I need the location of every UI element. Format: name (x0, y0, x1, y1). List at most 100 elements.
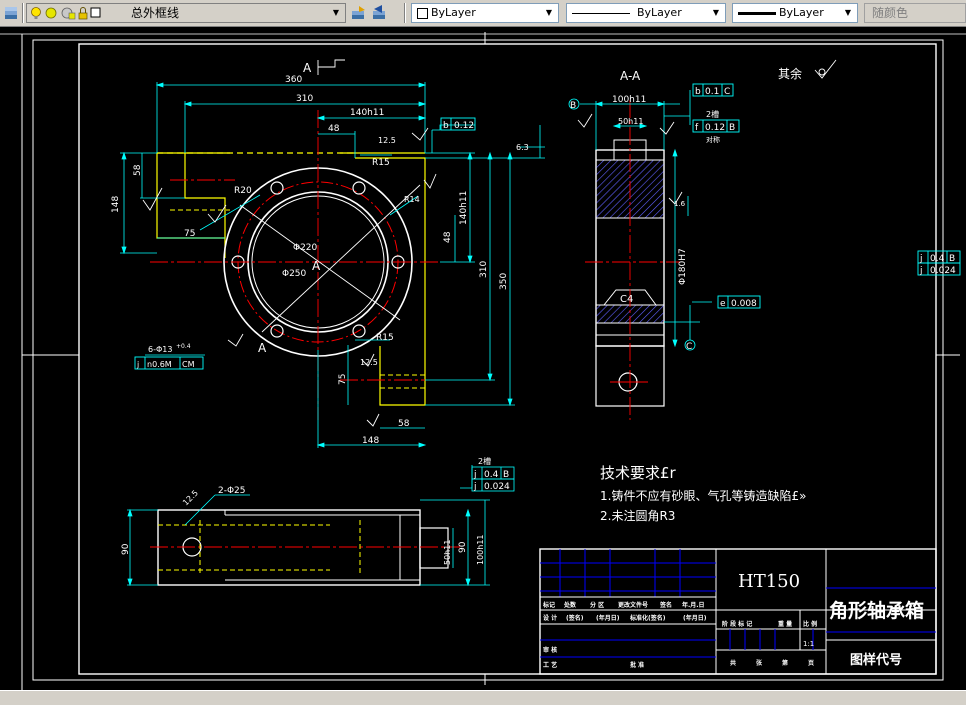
dim-12-5-top: 12.5 (378, 136, 396, 145)
fcf-a-symbol: b (695, 87, 701, 97)
roughness-note: 其余 (778, 66, 802, 81)
fcf-right1-value: 0.4 (930, 254, 945, 264)
linetype-value: ByLayer (637, 6, 682, 19)
layer-freeze-sun-icon (45, 7, 57, 19)
fcf-right2-value: 0.024 (930, 266, 956, 276)
scale-value: 1:1 (803, 640, 814, 648)
dim-140h11-vertical: 140h11 (459, 191, 469, 225)
dim-58-bottom: 58 (398, 419, 410, 429)
fcf-bottom-count: 2槽 (478, 456, 491, 466)
dim-90-bottom: 90 (458, 541, 468, 553)
linetype-sample (572, 13, 630, 14)
part-name: 角形轴承箱 (829, 599, 924, 622)
fcf-holes-value: n0.6M (147, 360, 172, 369)
weight-label: 重 量 (778, 620, 792, 628)
fcf-b-datum: B (729, 123, 735, 133)
title-block-design-row: 设 计 (签名) (年月日) 标准化(签名) (年月日) (543, 614, 707, 622)
approve-label: 批 准 (630, 661, 644, 669)
center-label-a: A (312, 259, 321, 273)
fcf-bottom1-symbol: j (473, 470, 477, 480)
layer-name-value: 总外框线 (131, 6, 180, 20)
fcf-bottom2-symbol: j (473, 482, 477, 492)
linetype-combo[interactable]: ByLayer ▼ (566, 3, 726, 23)
linetype-dropdown-arrow[interactable]: ▼ (709, 6, 723, 20)
sheet-number-label: 第 (781, 659, 788, 667)
tech-req-item-1: 1.铸件不应有砂眼、气孔等铸造缺陷£» (600, 488, 806, 503)
make-object-layer-current-icon[interactable] (349, 4, 367, 22)
standard-date: (年月日) (683, 614, 707, 622)
layer-previous-icon[interactable] (370, 4, 388, 22)
dim-148: 148 (111, 196, 121, 213)
design-label: 设 计 (543, 614, 557, 622)
material-value: HT150 (738, 571, 800, 592)
header-zone: 分 区 (590, 601, 604, 609)
layer-viewport-freeze-icon (61, 7, 76, 20)
dim-6-3: 6.3 (516, 143, 529, 152)
holes-fit: +0.4 (176, 343, 191, 350)
section-marker-a: A (303, 61, 312, 75)
design-date: (年月日) (596, 614, 620, 622)
dim-75: 75 (184, 229, 195, 239)
sheet-count-row: 共 张 第 页 (730, 659, 814, 667)
dim-r15-bottom: R15 (376, 333, 394, 343)
lineweight-dropdown-arrow[interactable]: ▼ (841, 6, 855, 20)
dim-148-bottom: 148 (362, 436, 379, 446)
lineweight-combo[interactable]: ByLayer ▼ (732, 3, 858, 23)
dim-r20: R20 (234, 186, 252, 196)
datum-b-marker: B (570, 101, 576, 111)
dim-r15: R15 (372, 158, 390, 168)
plotstyle-value: 随颜色 (872, 6, 909, 20)
bottom-view (150, 509, 460, 586)
status-bar (0, 690, 966, 705)
fcf-bottom2-value: 0.024 (484, 482, 510, 492)
dim-48: 48 (328, 124, 340, 134)
stage-label: 阶 段 标 记 (722, 620, 752, 628)
fcf-top-value: 0.12 (454, 121, 474, 131)
dim-12-5-bottom-view: 12.5 (181, 488, 200, 507)
header-count: 处数 (563, 601, 577, 609)
standard-sign: 标准化(签名) (629, 614, 666, 622)
color-dropdown-arrow[interactable]: ▼ (542, 6, 556, 20)
layer-combo[interactable]: 总外框线 ▼ (26, 3, 346, 23)
dim-12-5-bottom: 12.5 (360, 358, 378, 367)
color-swatch-icon (417, 8, 428, 19)
fcf-bottom1-value: 0.4 (484, 470, 499, 480)
layer-lock-icon (78, 7, 88, 20)
layer-manager-icon[interactable] (2, 4, 20, 22)
header-change-no: 更改文件号 (618, 601, 648, 609)
fcf-e-value: 0.008 (731, 299, 757, 309)
header-sign: 签名 (659, 601, 672, 609)
tech-req-title: 技术要求£r (600, 464, 677, 482)
cad-drawing[interactable]: A 360 310 140h11 48 12.5 R15 R20 R14 Φ22… (0, 28, 966, 690)
layer-dropdown-arrow[interactable]: ▼ (329, 6, 343, 20)
holes-spec: 6-Φ13 (148, 345, 172, 354)
dim-350-vertical: 350 (499, 273, 509, 290)
fcf-a-datum: C (724, 87, 730, 97)
fcf-right1-symbol: j (919, 254, 923, 264)
scale-label: 比 例 (803, 620, 817, 628)
fcf-top-symbol: b (443, 121, 449, 131)
drawing-canvas[interactable]: A 360 310 140h11 48 12.5 R15 R20 R14 Φ22… (0, 28, 966, 690)
lineweight-sample (738, 12, 776, 15)
title-block-header-row: 标记 处数 分 区 更改文件号 签名 年.月.日 (542, 601, 705, 609)
dim-310-vertical: 310 (479, 261, 489, 278)
dim-50h11: 50h11 (618, 117, 643, 126)
fcf-bottom1-datum: B (503, 470, 509, 480)
dim-90: 90 (121, 543, 131, 555)
dim-75-bottom: 75 (338, 374, 348, 385)
layer-on-bulb-icon (31, 7, 41, 19)
dim-100h11: 100h11 (612, 95, 646, 105)
color-combo[interactable]: ByLayer ▼ (411, 3, 559, 23)
fcf-right1-datum: B (949, 254, 955, 264)
sheet-unit-label: 张 (756, 659, 763, 667)
fcf-b-symbol: f (695, 123, 699, 133)
technical-requirements: 技术要求£r 1.铸件不应有砂眼、气孔等铸造缺陷£» 2.未注圆角R3 (600, 464, 806, 523)
lineweight-value: ByLayer (779, 6, 824, 19)
dim-310: 310 (296, 94, 313, 104)
sheet-total-label: 共 (730, 659, 736, 667)
dim-c4: C4 (620, 294, 633, 305)
toolbar-separator (404, 3, 406, 23)
process-label: 工 艺 (543, 661, 557, 669)
fcf-b-value: 0.12 (705, 123, 725, 133)
properties-toolbar: 总外框线 ▼ ByLayer ▼ ByLayer ▼ ByLayer ▼ 随颜色 (0, 0, 966, 27)
